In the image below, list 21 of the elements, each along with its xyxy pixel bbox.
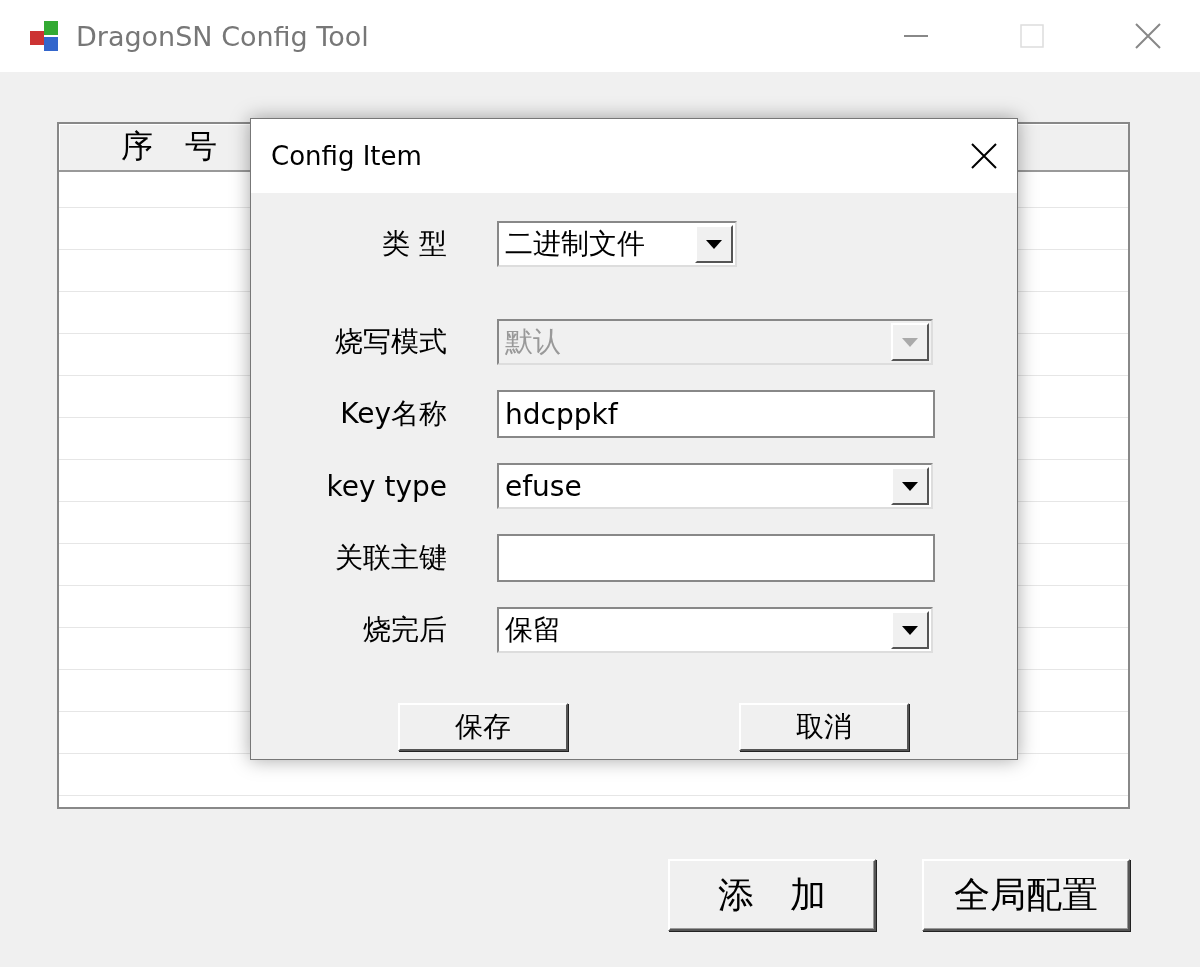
input-field[interactable]: hdcppkf xyxy=(497,390,935,438)
caret-icon xyxy=(902,481,918,491)
window-title: DragonSN Config Tool xyxy=(76,20,370,52)
dropdown[interactable]: efuse xyxy=(497,463,933,509)
caret-icon xyxy=(706,239,722,249)
field-label: 烧完后 xyxy=(362,612,447,648)
input-field[interactable] xyxy=(497,534,935,582)
dropdown[interactable]: 保留 xyxy=(497,607,933,653)
cancel-button[interactable]: 取消 xyxy=(739,703,909,751)
save-button[interactable]: 保存 xyxy=(398,703,568,751)
field-label: 烧写模式 xyxy=(334,324,447,360)
caret-icon xyxy=(902,337,918,347)
add-button[interactable]: 添 加 xyxy=(668,859,876,931)
close-icon[interactable] xyxy=(971,143,997,169)
field-label: 类 型 xyxy=(381,226,447,262)
caret-icon xyxy=(902,625,918,635)
global-config-button[interactable]: 全局配置 xyxy=(922,859,1130,931)
field-label: 关联主键 xyxy=(334,540,447,576)
dropdown[interactable]: 二进制文件 xyxy=(497,221,737,267)
field-label: key type xyxy=(325,469,447,503)
field-label: Key名称 xyxy=(339,396,447,432)
